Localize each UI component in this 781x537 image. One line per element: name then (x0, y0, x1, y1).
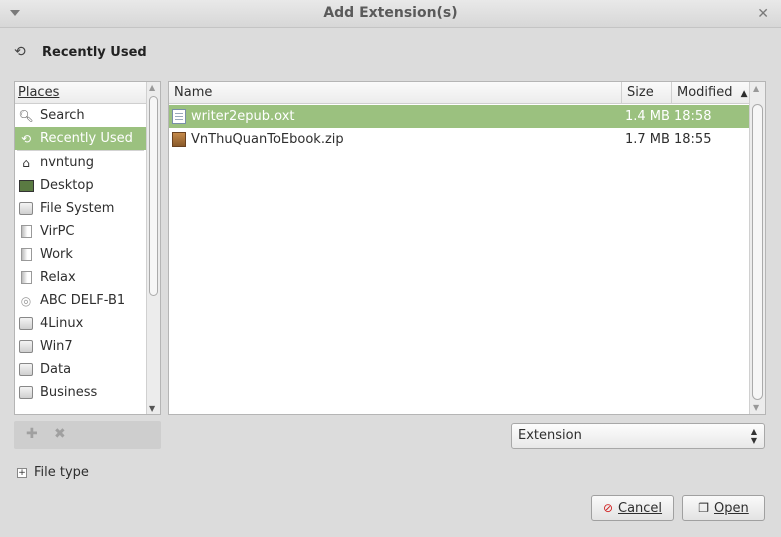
history-icon: ⟲ (20, 131, 32, 146)
file-row[interactable]: writer2epub.oxt 1.4 MB 18:58 (169, 105, 749, 128)
scroll-down-icon[interactable]: ▼ (753, 403, 759, 412)
drive-icon (18, 202, 34, 216)
spinner-arrows-icon: ▲ ▼ (750, 427, 757, 445)
open-button[interactable]: ❐ Open (682, 495, 765, 521)
places-item-abc-delf-b1[interactable]: ◎ ABC DELF-B1 (15, 289, 146, 312)
file-size: 1.7 MB (625, 132, 670, 147)
cdrom-icon: ◎ (20, 293, 32, 308)
places-item-nvntung[interactable]: ⌂ nvntung (15, 151, 146, 174)
file-filter-select[interactable]: Extension ▲ ▼ (511, 423, 765, 449)
scroll-up-icon[interactable]: ▲ (149, 83, 155, 92)
places-item-label: Relax (40, 270, 76, 285)
home-icon: ⌂ (22, 155, 30, 170)
file-name: writer2epub.oxt (191, 109, 295, 124)
file-name: VnThuQuanToEbook.zip (191, 132, 344, 147)
places-item-desktop[interactable]: Desktop (15, 174, 146, 197)
file-list-scrollbar[interactable]: ▲ ▼ (749, 82, 765, 414)
places-item-label: Recently Used (40, 131, 133, 146)
places-item-label: 4Linux (40, 316, 84, 331)
places-item-search[interactable]: 🔍︎ Search (15, 104, 146, 127)
drive-icon (18, 363, 34, 377)
places-item-label: Win7 (40, 339, 73, 354)
sort-ascending-icon: ▲ (740, 89, 748, 99)
places-item-business[interactable]: Business (15, 381, 146, 404)
cancel-icon: ⊘ (602, 501, 613, 515)
drive-icon (18, 340, 34, 354)
folder-icon (18, 248, 34, 262)
file-list: Name Size Modified ▲ writer2epub.oxt 1.4… (168, 81, 766, 415)
location-label: Recently Used (42, 44, 147, 60)
places-item-label: File System (40, 201, 115, 216)
scroll-up-icon[interactable]: ▲ (753, 84, 759, 93)
dialog-body: ⟲ Recently Used Places 🔍︎ Search ⟲ Recen… (0, 28, 781, 537)
places-item-label: Data (40, 362, 72, 377)
places-list: 🔍︎ Search ⟲ Recently Used ⌂ nvntung Desk… (15, 104, 146, 404)
open-label: Open (714, 500, 749, 516)
file-row[interactable]: VnThuQuanToEbook.zip 1.7 MB 18:55 (169, 128, 749, 151)
places-item-label: nvntung (40, 155, 94, 170)
folder-icon (18, 271, 34, 285)
file-size: 1.4 MB (625, 109, 670, 124)
open-icon: ❐ (698, 501, 710, 515)
places-item-recently-used[interactable]: ⟲ Recently Used (15, 127, 146, 150)
column-name[interactable]: Name (169, 82, 622, 104)
column-modified[interactable]: Modified ▲ (672, 82, 749, 104)
add-bookmark-button[interactable]: ✚ (26, 426, 38, 442)
places-item-relax[interactable]: Relax (15, 266, 146, 289)
places-item-work[interactable]: Work (15, 243, 146, 266)
file-list-scroll-thumb[interactable] (752, 104, 763, 400)
places-item-win7[interactable]: Win7 (15, 335, 146, 358)
drive-icon (18, 386, 34, 400)
places-item-label: Search (40, 108, 85, 123)
close-icon[interactable]: ✕ (757, 6, 769, 22)
places-header[interactable]: Places (15, 82, 146, 104)
places-item-label: Work (40, 247, 73, 262)
title-bar: Add Extension(s) ✕ (0, 0, 781, 28)
places-scrollbar[interactable]: ▲ ▼ (146, 82, 160, 414)
scroll-down-icon[interactable]: ▼ (149, 404, 155, 413)
document-icon (172, 109, 186, 124)
places-item-data[interactable]: Data (15, 358, 146, 381)
file-modified: 18:58 (674, 109, 712, 124)
drive-icon (18, 317, 34, 331)
cancel-label: Cancel (618, 500, 663, 516)
file-modified: 18:55 (674, 132, 712, 147)
expand-icon[interactable]: + (17, 467, 27, 478)
file-filter-value: Extension (518, 428, 582, 443)
archive-icon (172, 132, 186, 147)
location-bar: ⟲ Recently Used (14, 43, 147, 61)
places-scroll-thumb[interactable] (149, 96, 158, 296)
column-size[interactable]: Size (622, 82, 672, 104)
column-modified-label: Modified (677, 85, 733, 100)
file-list-header: Name Size Modified ▲ (169, 82, 749, 104)
places-pane: Places 🔍︎ Search ⟲ Recently Used ⌂ nvntu… (14, 81, 161, 415)
places-item-label: Desktop (40, 178, 94, 193)
history-icon: ⟲ (14, 44, 26, 60)
places-buttons: ✚ ✖ (14, 421, 161, 449)
cancel-button[interactable]: ⊘ Cancel (591, 495, 674, 521)
file-type-expander[interactable]: + File type (17, 465, 89, 480)
places-item-label: Business (40, 385, 98, 400)
window-title: Add Extension(s) (323, 5, 458, 21)
folder-icon (18, 225, 34, 239)
places-item-virpc[interactable]: VirPC (15, 220, 146, 243)
remove-bookmark-button[interactable]: ✖ (54, 426, 66, 442)
places-item-4linux[interactable]: 4Linux (15, 312, 146, 335)
places-item-label: VirPC (40, 224, 75, 239)
file-type-label: File type (34, 465, 89, 480)
search-icon: 🔍︎ (18, 108, 34, 123)
places-item-file-system[interactable]: File System (15, 197, 146, 220)
places-item-label: ABC DELF-B1 (40, 293, 126, 308)
desktop-icon (18, 179, 34, 193)
